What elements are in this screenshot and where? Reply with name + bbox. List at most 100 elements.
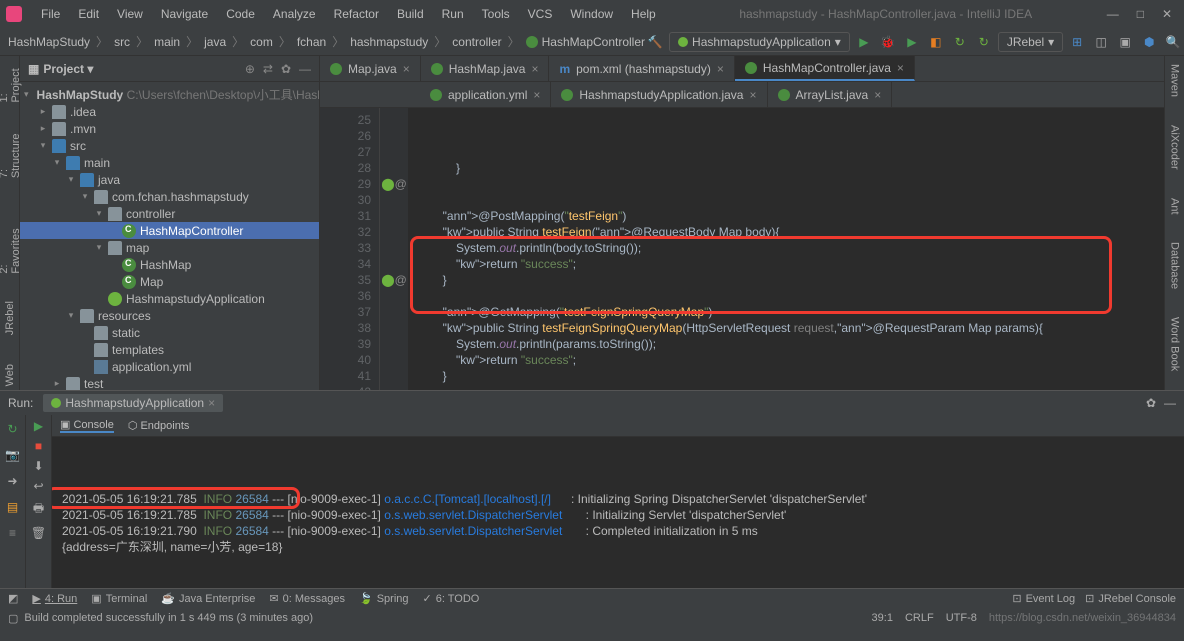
breadcrumb-item[interactable]: src	[114, 35, 130, 49]
menu-build[interactable]: Build	[388, 3, 433, 25]
bottom-tool-event-log[interactable]: ⊡Event Log	[1012, 592, 1075, 605]
delete-icon[interactable]: 🗑	[31, 526, 46, 540]
run-again-icon[interactable]: ▶	[34, 419, 43, 433]
menu-edit[interactable]: Edit	[69, 3, 108, 25]
bottom-tool-4--run[interactable]: ▶4: Run	[32, 592, 77, 605]
tree-node-application-yml[interactable]: application.yml	[20, 358, 319, 375]
minimize-panel-icon[interactable]: —	[1164, 396, 1176, 410]
breadcrumb-item[interactable]: fchan	[297, 35, 326, 49]
menu-analyze[interactable]: Analyze	[264, 3, 325, 25]
select-target-icon[interactable]: ⊕	[245, 62, 255, 76]
gutter-1project[interactable]: 1: Project	[0, 60, 24, 107]
menu-navigate[interactable]: Navigate	[152, 3, 217, 25]
tab-arraylist-java[interactable]: ArrayList.java×	[768, 82, 893, 107]
spring-bean-icon[interactable]: ⬤	[381, 272, 394, 288]
tree-node-hashmapstudyapplication[interactable]: HashmapstudyApplication	[20, 290, 319, 307]
run-config-dropdown[interactable]: HashmapstudyApplication ▾	[669, 32, 850, 52]
bottom-tool-spring[interactable]: 🍃Spring	[359, 592, 409, 605]
gutter-jrebel[interactable]: JRebel	[2, 297, 18, 339]
tree-node-hashmapcontroller[interactable]: HashMapController	[20, 222, 319, 239]
menu-file[interactable]: File	[32, 3, 69, 25]
project-tree[interactable]: ▾HashMapStudy C:\Users\fchen\Desktop\小工具…	[20, 82, 319, 390]
menu-window[interactable]: Window	[561, 3, 622, 25]
code-editor[interactable]: 252627282930313233343536373839404142 ⬤ @…	[320, 108, 1164, 390]
tree-root[interactable]: ▾HashMapStudy C:\Users\fchen\Desktop\小工具…	[20, 86, 319, 103]
breadcrumb-item[interactable]: com	[250, 35, 273, 49]
console-tab-endpoints[interactable]: ⬡ Endpoints	[128, 419, 190, 432]
hide-icon[interactable]: —	[299, 62, 311, 76]
menu-help[interactable]: Help	[622, 3, 665, 25]
jrebel-dropdown[interactable]: JRebel ▾	[998, 32, 1063, 52]
gutter-aixcoder[interactable]: AiXcoder	[1167, 121, 1183, 174]
bottom-tool-terminal[interactable]: ▣Terminal	[91, 592, 147, 605]
gutter-web[interactable]: Web	[2, 360, 18, 390]
tab-hashmapcontroller-java[interactable]: HashMapController.java×	[735, 56, 915, 81]
code-content[interactable]: } "ann">@PostMapping("testFeign") "kw">p…	[408, 108, 1164, 390]
close-icon[interactable]: ×	[531, 62, 538, 76]
close-icon[interactable]: ×	[208, 396, 215, 410]
tree-node-map[interactable]: Map	[20, 273, 319, 290]
jrebel-debug-icon[interactable]: ↻	[974, 32, 994, 52]
trash-icon[interactable]: ≡	[3, 523, 23, 543]
gutter-ant[interactable]: Ant	[1167, 194, 1183, 219]
tool-icon[interactable]: ◫	[1091, 32, 1111, 52]
tab-map-java[interactable]: Map.java×	[320, 56, 421, 81]
print-icon[interactable]: 🖶	[33, 499, 44, 520]
console-output[interactable]: 2021-05-05 16:19:21.785 INFO 26584 --- […	[52, 437, 1184, 588]
tab-hashmapstudyapplication-java[interactable]: HashmapstudyApplication.java×	[551, 82, 767, 107]
close-icon[interactable]: ×	[897, 61, 904, 75]
close-icon[interactable]: ✕	[1162, 7, 1172, 21]
line-separator[interactable]: CRLF	[905, 612, 934, 624]
gutter-maven[interactable]: Maven	[1167, 60, 1183, 101]
layout-icon[interactable]: ▤	[3, 497, 23, 517]
gutter-wordbook[interactable]: Word Book	[1167, 313, 1183, 375]
gear-icon[interactable]: ✿	[1146, 396, 1156, 410]
breadcrumb-item[interactable]: hashmapstudy	[350, 35, 428, 49]
tab-hashmap-java[interactable]: HashMap.java×	[421, 56, 550, 81]
build-icon[interactable]: 🔨	[645, 32, 665, 52]
stop-icon[interactable]: ■	[35, 439, 42, 453]
dump-icon[interactable]: ⬇	[33, 459, 43, 473]
settings-icon[interactable]: ✿	[281, 62, 291, 76]
menu-refactor[interactable]: Refactor	[325, 3, 388, 25]
spring-bean-icon[interactable]: ⬤	[381, 176, 394, 192]
open-icon[interactable]: ⊞	[1067, 32, 1087, 52]
menu-vcs[interactable]: VCS	[519, 3, 562, 25]
tab-pom-xml--hashmapstudy-[interactable]: mpom.xml (hashmapstudy)×	[549, 56, 734, 81]
profile-icon[interactable]: ◧	[926, 32, 946, 52]
close-icon[interactable]: ×	[403, 62, 410, 76]
breadcrumb-item[interactable]: HashMapController	[542, 35, 645, 49]
run-icon[interactable]: ▶	[854, 32, 874, 52]
jrebel-run-icon[interactable]: ↻	[950, 32, 970, 52]
breadcrumb-item[interactable]: main	[154, 35, 180, 49]
menu-run[interactable]: Run	[433, 3, 473, 25]
bottom-tool-0--messages[interactable]: ✉0: Messages	[269, 592, 345, 605]
bottom-corner-icon[interactable]: ◩	[8, 592, 18, 605]
tree-node-static[interactable]: static	[20, 324, 319, 341]
minimize-icon[interactable]: —	[1107, 7, 1119, 21]
breadcrumb-item[interactable]: HashMapStudy	[8, 35, 90, 49]
tree-node--idea[interactable]: ▸.idea	[20, 103, 319, 120]
debug-icon[interactable]: 🐞	[878, 32, 898, 52]
bottom-tool-jrebel-console[interactable]: ⊡JRebel Console	[1085, 592, 1176, 605]
gutter-7structure[interactable]: 7: Structure	[0, 127, 24, 182]
tab-application-yml[interactable]: application.yml×	[420, 82, 551, 107]
tree-node-controller[interactable]: ▾controller	[20, 205, 319, 222]
bottom-tool-6--todo[interactable]: ✓6: TODO	[423, 592, 480, 605]
search-icon[interactable]: 🔍	[1163, 32, 1183, 52]
tree-node--mvn[interactable]: ▸.mvn	[20, 120, 319, 137]
tree-node-map[interactable]: ▾map	[20, 239, 319, 256]
gutter-database[interactable]: Database	[1167, 238, 1183, 293]
maximize-icon[interactable]: □	[1137, 7, 1144, 21]
console-tab-console[interactable]: ▣ Console	[60, 418, 114, 433]
step-over-icon[interactable]: ➜	[3, 471, 23, 491]
menu-view[interactable]: View	[108, 3, 152, 25]
menu-tools[interactable]: Tools	[473, 3, 519, 25]
menu-code[interactable]: Code	[217, 3, 264, 25]
tool2-icon[interactable]: ▣	[1115, 32, 1135, 52]
tree-node-templates[interactable]: templates	[20, 341, 319, 358]
rerun-icon[interactable]: ↻	[3, 419, 23, 439]
breadcrumb-item[interactable]: controller	[452, 35, 501, 49]
tree-node-resources[interactable]: ▾resources	[20, 307, 319, 324]
breadcrumb-item[interactable]: java	[204, 35, 226, 49]
